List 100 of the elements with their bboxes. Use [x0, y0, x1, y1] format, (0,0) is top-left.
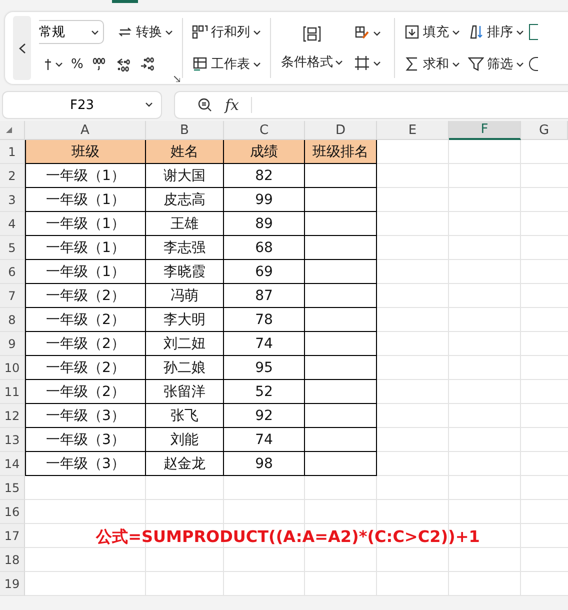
table-cell: 一年级（3） [25, 428, 146, 452]
caret-icon [55, 62, 63, 66]
table-cell: 刘能 [146, 428, 224, 452]
table-cell: 一年级（2） [25, 284, 146, 308]
table-cell: 一年级（1） [25, 212, 146, 236]
column-header[interactable]: D [305, 121, 377, 140]
row-header[interactable]: 8 [0, 308, 25, 332]
row-header[interactable]: 12 [0, 404, 25, 428]
empty-cell [305, 452, 377, 476]
table-cell: 68 [224, 236, 305, 260]
sort-icon [468, 24, 484, 40]
formula-field[interactable]: fx [174, 91, 568, 119]
function-button[interactable]: fx [225, 96, 240, 114]
table-cell: 98 [224, 452, 305, 476]
name-box[interactable]: F23 [2, 91, 162, 119]
table-cell: 王雄 [146, 212, 224, 236]
convert-button[interactable]: 转换 [114, 21, 176, 43]
row-header[interactable]: 3 [0, 188, 25, 212]
caret-icon [91, 30, 99, 34]
table-cell: 刘二妞 [146, 332, 224, 356]
sum-button[interactable]: 求和 [401, 53, 463, 75]
empty-cell [305, 188, 377, 212]
empty-cell [305, 404, 377, 428]
table-cell: 赵金龙 [146, 452, 224, 476]
rows-columns-button[interactable]: 行和列 [189, 21, 264, 43]
caret-icon [516, 62, 524, 66]
table-cell: 孙二娘 [146, 356, 224, 380]
row-header[interactable]: 7 [0, 284, 25, 308]
select-all-button[interactable] [0, 121, 25, 140]
empty-cell [305, 308, 377, 332]
column-title: 班级 [25, 140, 146, 164]
filter-icon [468, 56, 484, 72]
caret-icon [145, 102, 153, 107]
thousands-icon [91, 56, 108, 72]
table-cell: 一年级（1） [25, 188, 146, 212]
row-header[interactable]: 11 [0, 380, 25, 404]
column-title: 成绩 [224, 140, 305, 164]
column-header[interactable]: E [377, 121, 449, 140]
column-header[interactable]: G [521, 121, 568, 140]
sort-button[interactable]: 排序 [465, 21, 527, 43]
empty-cell [305, 356, 377, 380]
table-cell: 皮志高 [146, 188, 224, 212]
partial-icon [529, 57, 538, 71]
table-cell: 74 [224, 332, 305, 356]
table-cell: 87 [224, 284, 305, 308]
worksheet-button[interactable]: 工作表 [189, 53, 264, 75]
row-header[interactable]: 18 [0, 548, 25, 572]
zoom-icon [197, 97, 213, 113]
fill-icon [404, 24, 420, 40]
row-header[interactable]: 13 [0, 428, 25, 452]
table-cell: 99 [224, 188, 305, 212]
row-header[interactable]: 14 [0, 452, 25, 476]
table-cell: 89 [224, 212, 305, 236]
table-cell: 一年级（2） [25, 332, 146, 356]
format-brush-icon [354, 25, 370, 41]
row-header[interactable]: 9 [0, 332, 25, 356]
table-cell: 张飞 [146, 404, 224, 428]
worksheet-icon [192, 56, 208, 72]
column-header[interactable]: B [146, 121, 224, 140]
table-cell: 92 [224, 404, 305, 428]
number-format-dropdown[interactable]: 常规 [39, 20, 104, 44]
table-cell: 李志强 [146, 236, 224, 260]
column-header[interactable]: A [25, 121, 146, 140]
table-cell: 一年级（1） [25, 236, 146, 260]
conditional-format-button[interactable]: 条件格式 [281, 25, 343, 71]
table-cell: 李大明 [146, 308, 224, 332]
table-cell: 张留洋 [146, 380, 224, 404]
empty-cell [305, 428, 377, 452]
percent-button[interactable]: % [68, 54, 86, 74]
row-header[interactable]: 4 [0, 212, 25, 236]
border-icon [354, 55, 370, 71]
caret-icon [335, 60, 343, 64]
empty-cell [305, 236, 377, 260]
row-header[interactable]: 1 [0, 140, 25, 164]
filter-button[interactable]: 筛选 [465, 53, 527, 75]
fill-button[interactable]: 填充 [401, 21, 463, 43]
row-header[interactable]: 6 [0, 260, 25, 284]
caret-icon [373, 30, 381, 36]
formula-note: 公式=SUMPRODUCT((A:A=A2)*(C:C>C2))+1 [96, 527, 480, 548]
row-header[interactable]: 19 [0, 572, 25, 596]
row-header[interactable]: 16 [0, 500, 25, 524]
table-cell: 一年级（3） [25, 404, 146, 428]
row-header[interactable]: 10 [0, 356, 25, 380]
row-header[interactable]: 15 [0, 476, 25, 500]
empty-cell [305, 284, 377, 308]
conditional-format-icon [302, 25, 322, 43]
caret-icon [253, 30, 261, 34]
caret-icon [165, 30, 173, 34]
active-tab-indicator [112, 0, 138, 3]
row-header[interactable]: 17 [0, 524, 25, 548]
table-cell: 一年级（2） [25, 356, 146, 380]
caret-icon [516, 30, 524, 34]
row-header[interactable]: 2 [0, 164, 25, 188]
column-header[interactable]: F [449, 121, 521, 140]
caret-icon [373, 60, 381, 66]
column-header[interactable]: C [224, 121, 305, 140]
dialog-launcher-icon[interactable] [174, 76, 180, 82]
row-header[interactable]: 5 [0, 236, 25, 260]
partial-icon [529, 24, 538, 40]
empty-cell [305, 332, 377, 356]
